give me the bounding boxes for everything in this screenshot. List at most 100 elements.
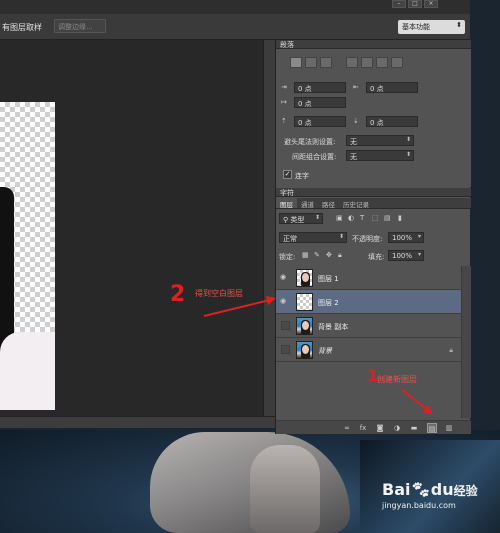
filter-pixel-icon[interactable]: ▣ [336,214,344,222]
mojikumi-value: 无 [350,153,357,161]
character-panel-header[interactable]: 字符 ≡ [276,188,471,197]
mojikumi-select[interactable]: 无 ⬍ [346,150,414,161]
justify-right-icon[interactable] [376,57,388,68]
baidu-logo: Bai🐾︎du经验 [382,480,478,499]
layer-row-4[interactable]: 背景 🔒︎ [276,338,461,362]
panel-menu-icon[interactable]: ≡ [280,188,467,195]
kinsoku-label: 避头尾法则设置: [284,138,336,146]
trash-icon[interactable]: ▥ [444,423,454,433]
lock-all-icon[interactable]: 🔒︎ [338,251,346,259]
layer-name[interactable]: 背景 [318,346,332,356]
paragraph-panel-header[interactable]: 段落 ≡ [276,40,471,49]
first-line-indent-field[interactable]: 0 点 [294,97,346,108]
chevron-down-icon: ▾ [417,251,421,258]
opacity-field[interactable]: 100% ▾ [388,232,424,243]
chevron-down-icon: ⬍ [405,151,411,158]
filter-type-icon[interactable]: T [360,214,368,222]
opacity-value: 100% [392,234,413,242]
document-canvas[interactable] [0,102,55,410]
close-icon[interactable]: × [424,0,438,8]
filter-adjustment-icon[interactable]: ◐ [348,214,356,222]
layer-name[interactable]: 图层 2 [318,298,339,308]
logo-part-1: Bai [382,480,411,499]
filter-toggle-icon[interactable]: ▮ [398,214,406,222]
eye-icon[interactable]: ◉ [280,273,290,283]
annotation-arrow-1 [401,389,432,414]
minimize-icon[interactable]: – [392,0,406,8]
lock-position-icon[interactable]: ✥ [326,251,334,259]
space-before-field[interactable]: 0 点 [294,116,346,127]
visibility-toggle[interactable] [281,321,290,330]
canvas-horizontal-scrollbar[interactable] [0,416,275,428]
blend-mode-select[interactable]: 正常 ⬍ [279,232,347,243]
fill-field[interactable]: 100% ▾ [388,250,424,261]
canvas-vertical-scrollbar[interactable] [263,40,275,416]
tab-history[interactable]: 历史记录 [339,198,373,209]
paw-icon: 🐾︎ [410,480,431,499]
space-before-icon: ⇡ [281,117,287,125]
justify-all-icon[interactable] [391,57,403,68]
layer-kind-filter[interactable]: ⚲ 类型 ⬍ [279,213,323,224]
space-after-icon: ⇣ [353,117,359,125]
layer-name[interactable]: 背景 副本 [318,322,348,332]
filter-smart-object-icon[interactable]: ▤ [384,214,392,222]
indent-right-field[interactable]: 0 点 [366,82,418,93]
refine-edge-button[interactable]: 调整边缘... [54,19,106,33]
justify-left-icon[interactable] [346,57,358,68]
space-after-field[interactable]: 0 点 [366,116,418,127]
layer-row-1[interactable]: ◉ 图层 1 [276,266,461,290]
align-left-icon[interactable] [290,57,302,68]
annotation-arrow-2 [203,296,276,317]
add-mask-icon[interactable]: ◙ [375,423,385,433]
layer-row-3[interactable]: 背景 副本 [276,314,461,338]
indent-right-icon: ⇤ [353,83,359,91]
separator [335,57,343,68]
tab-paths[interactable]: 路径 [318,198,339,209]
lock-transparent-icon[interactable]: ▦ [302,251,310,259]
filter-shape-icon[interactable]: ⬚ [372,214,380,222]
lock-pixels-icon[interactable]: ✎ [314,251,322,259]
options-bar: 有图层取样 调整边缘... 基本功能 ⬍ [0,14,470,40]
window-controls: – □ × [392,0,438,8]
hyphenate-checkbox[interactable]: ✓ [283,170,292,179]
background-hand-fingers [250,445,320,533]
chevron-down-icon: ⬍ [338,233,344,240]
logo-part-3: 经验 [453,484,478,498]
portrait-hair [0,187,14,357]
panel-menu-icon[interactable]: ≡ [280,40,467,47]
justify-center-icon[interactable] [361,57,373,68]
indent-left-field[interactable]: 0 点 [294,82,346,93]
layers-scrollbar[interactable] [461,266,471,418]
new-layer-icon[interactable]: ▤ [427,423,437,433]
paragraph-panel: ⇥ 0 点 ⇤ 0 点 ↦ 0 点 ⇡ 0 点 ⇣ 0 点 避头尾法则设置: 无… [276,49,471,187]
layer-style-icon[interactable]: fx [358,423,368,433]
layer-row-2[interactable]: ◉ 图层 2 [276,290,461,314]
tab-channels[interactable]: 通道 [297,198,318,209]
eye-icon[interactable]: ◉ [280,297,290,307]
adjustment-layer-icon[interactable]: ◑ [392,423,402,433]
sample-all-layers-label[interactable]: 有图层取样 [2,22,42,33]
chevron-down-icon: ▾ [417,233,421,240]
layer-name[interactable]: 图层 1 [318,274,339,284]
alignment-buttons [290,57,403,68]
new-group-icon[interactable]: ▬ [409,423,419,433]
workspace-value: 基本功能 [402,23,430,31]
restore-icon[interactable]: □ [408,0,422,8]
title-bar: – □ × [0,0,470,14]
mojikumi-label: 间距组合设置: [292,153,337,161]
logo-part-2: du [430,480,454,499]
annotation-step-1-text: 创建新图层 [377,375,417,384]
visibility-toggle[interactable] [281,345,290,354]
document-canvas-area[interactable] [0,40,263,416]
tab-layers[interactable]: 图层 [276,198,297,209]
align-right-icon[interactable] [320,57,332,68]
chevron-down-icon: ⬍ [456,21,462,29]
thumb-face [302,321,309,330]
kinsoku-value: 无 [350,138,357,146]
workspace-select[interactable]: 基本功能 ⬍ [398,20,465,34]
align-center-icon[interactable] [305,57,317,68]
fill-label: 填充: [368,253,385,261]
layers-panel-tabs: 图层 通道 路径 历史记录 [276,198,471,209]
link-layers-icon[interactable]: ∞ [342,423,352,433]
kinsoku-select[interactable]: 无 ⬍ [346,135,414,146]
